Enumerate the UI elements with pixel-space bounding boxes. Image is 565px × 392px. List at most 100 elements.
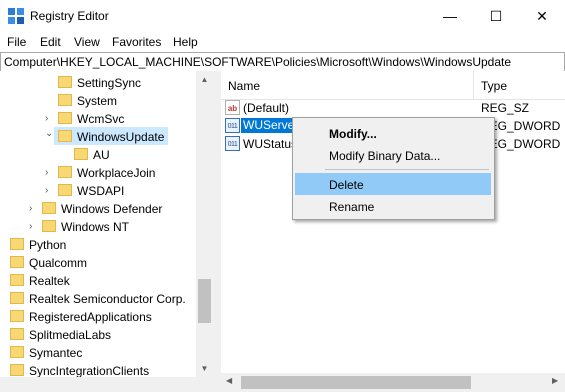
scroll-thumb[interactable] [241,376,471,389]
value-type: REG_SZ [481,101,530,115]
tree-item-label: Python [29,238,67,252]
tree-item-workplacejoin[interactable]: › WorkplaceJoin [0,164,196,182]
tree-item-label: Windows Defender [61,202,163,216]
menu-item-label: Delete [329,178,364,192]
list-horizontal-scrollbar[interactable]: ◀ ▶ [221,373,565,392]
chevron-down-icon[interactable]: ⌄ [45,127,55,141]
registry-editor-icon [8,8,24,24]
tree-item-label: Symantec [29,346,83,360]
folder-icon [74,148,88,160]
minimize-button[interactable]: — [427,0,473,32]
tree-vertical-scrollbar[interactable]: ▲ ▼ [196,71,213,377]
context-menu-modify[interactable]: Modify... [295,122,491,144]
menu-view[interactable]: View [74,35,100,49]
menu-edit[interactable]: Edit [40,35,61,49]
scroll-up-icon[interactable]: ▲ [196,71,213,88]
maximize-button[interactable]: ☐ [473,0,519,32]
pane-splitter[interactable] [213,71,221,392]
tree-item-label: Qualcomm [29,256,88,270]
tree-item-label: WcmSvc [77,112,125,126]
scroll-right-icon[interactable]: ▶ [552,376,558,385]
folder-icon [10,346,24,358]
folder-icon [58,76,72,88]
menu-favorites[interactable]: Favorites [112,35,161,49]
tree-item-label: RegisteredApplications [29,310,152,324]
folder-icon [10,256,24,268]
column-header-name[interactable]: Name [228,79,260,93]
column-divider[interactable] [473,71,474,99]
tree-item-windows-defender[interactable]: › Windows Defender [0,200,196,218]
menu-item-label: Rename [329,200,375,214]
tree-item-realtek[interactable]: Realtek [0,272,196,290]
tree-item-label: WindowsUpdate [77,130,165,144]
title-bar: Registry Editor — ☐ ✕ [0,0,565,32]
context-menu-delete[interactable]: Delete [295,173,491,195]
maximize-icon: ☐ [489,8,503,24]
folder-icon [58,94,72,106]
tree-item-label: SettingSync [77,76,142,90]
close-button[interactable]: ✕ [519,0,565,32]
folder-icon [10,310,24,322]
menu-item-label: Modify... [329,127,377,141]
folder-icon [10,328,24,340]
folder-icon [42,202,56,214]
tree-item-label: WorkplaceJoin [77,166,156,180]
close-icon: ✕ [536,8,548,24]
folder-icon [10,238,24,250]
tree-item-qualcomm[interactable]: Qualcomm [0,254,196,272]
tree-horizontal-scrollbar[interactable] [0,377,213,392]
dword-value-icon: 011 [225,118,240,133]
folder-icon [10,292,24,304]
context-menu-modify-binary[interactable]: Modify Binary Data... [295,144,491,166]
tree-item-symantec[interactable]: Symantec [0,344,196,362]
tree-item-label: System [77,94,118,108]
chevron-right-icon[interactable]: › [29,220,39,234]
folder-open-icon [58,130,72,142]
tree-item-splitmedialabs[interactable]: SplitmediaLabs [0,326,196,344]
tree-item-syncintegrationclients[interactable]: SyncIntegrationClients [0,362,196,377]
context-menu-rename[interactable]: Rename [295,195,491,217]
address-bar[interactable]: Computer\HKEY_LOCAL_MACHINE\SOFTWARE\Pol… [0,52,565,72]
folder-icon [42,220,56,232]
folder-icon [10,274,24,286]
scroll-down-icon[interactable]: ▼ [196,360,213,377]
tree-item-label: SplitmediaLabs [29,328,112,342]
tree-item-label: AU [93,148,110,162]
tree-item-settingsync[interactable]: SettingSync [0,74,196,92]
tree-item-label: Realtek Semiconductor Corp. [29,292,186,306]
folder-icon [58,184,72,196]
folder-icon [10,364,24,376]
tree-item-registeredapplications[interactable]: RegisteredApplications [0,308,196,326]
menu-file[interactable]: File [7,35,26,49]
tree-item-realtek-semiconductor[interactable]: Realtek Semiconductor Corp. [0,290,196,308]
column-header-type[interactable]: Type [481,79,507,93]
scroll-left-icon[interactable]: ◀ [226,376,232,385]
menu-item-label: Modify Binary Data... [329,149,441,163]
chevron-right-icon[interactable]: › [29,202,39,216]
tree-item-wcmsvc[interactable]: › WcmSvc [0,110,196,128]
window-title: Registry Editor [30,9,109,23]
chevron-right-icon[interactable]: › [45,112,55,126]
menu-help[interactable]: Help [173,35,198,49]
tree-item-system[interactable]: System [0,92,196,110]
tree-item-wsdapi[interactable]: › WSDAPI [0,182,196,200]
tree-item-label: WSDAPI [77,184,125,198]
folder-icon [58,166,72,178]
dword-value-icon: 011 [225,136,240,151]
tree-item-label: SyncIntegrationClients [29,364,150,377]
scroll-thumb[interactable] [198,279,211,323]
menu-separator [325,169,489,170]
context-menu: Modify... Modify Binary Data... Delete R… [292,117,495,220]
menu-bar: File Edit View Favorites Help [0,32,565,52]
value-row-default[interactable]: ab (Default) REG_SZ [221,99,565,117]
tree-item-au[interactable]: AU [0,146,196,164]
address-path: Computer\HKEY_LOCAL_MACHINE\SOFTWARE\Pol… [4,55,512,69]
list-header: Name Type [221,71,565,100]
tree-item-label: Realtek [29,274,70,288]
tree-item-windows-nt[interactable]: › Windows NT [0,218,196,236]
tree-item-windowsupdate[interactable]: ⌄ WindowsUpdate [0,128,196,146]
chevron-right-icon[interactable]: › [45,184,55,198]
chevron-right-icon[interactable]: › [45,166,55,180]
tree-item-python[interactable]: Python [0,236,196,254]
string-value-icon: ab [225,100,240,115]
